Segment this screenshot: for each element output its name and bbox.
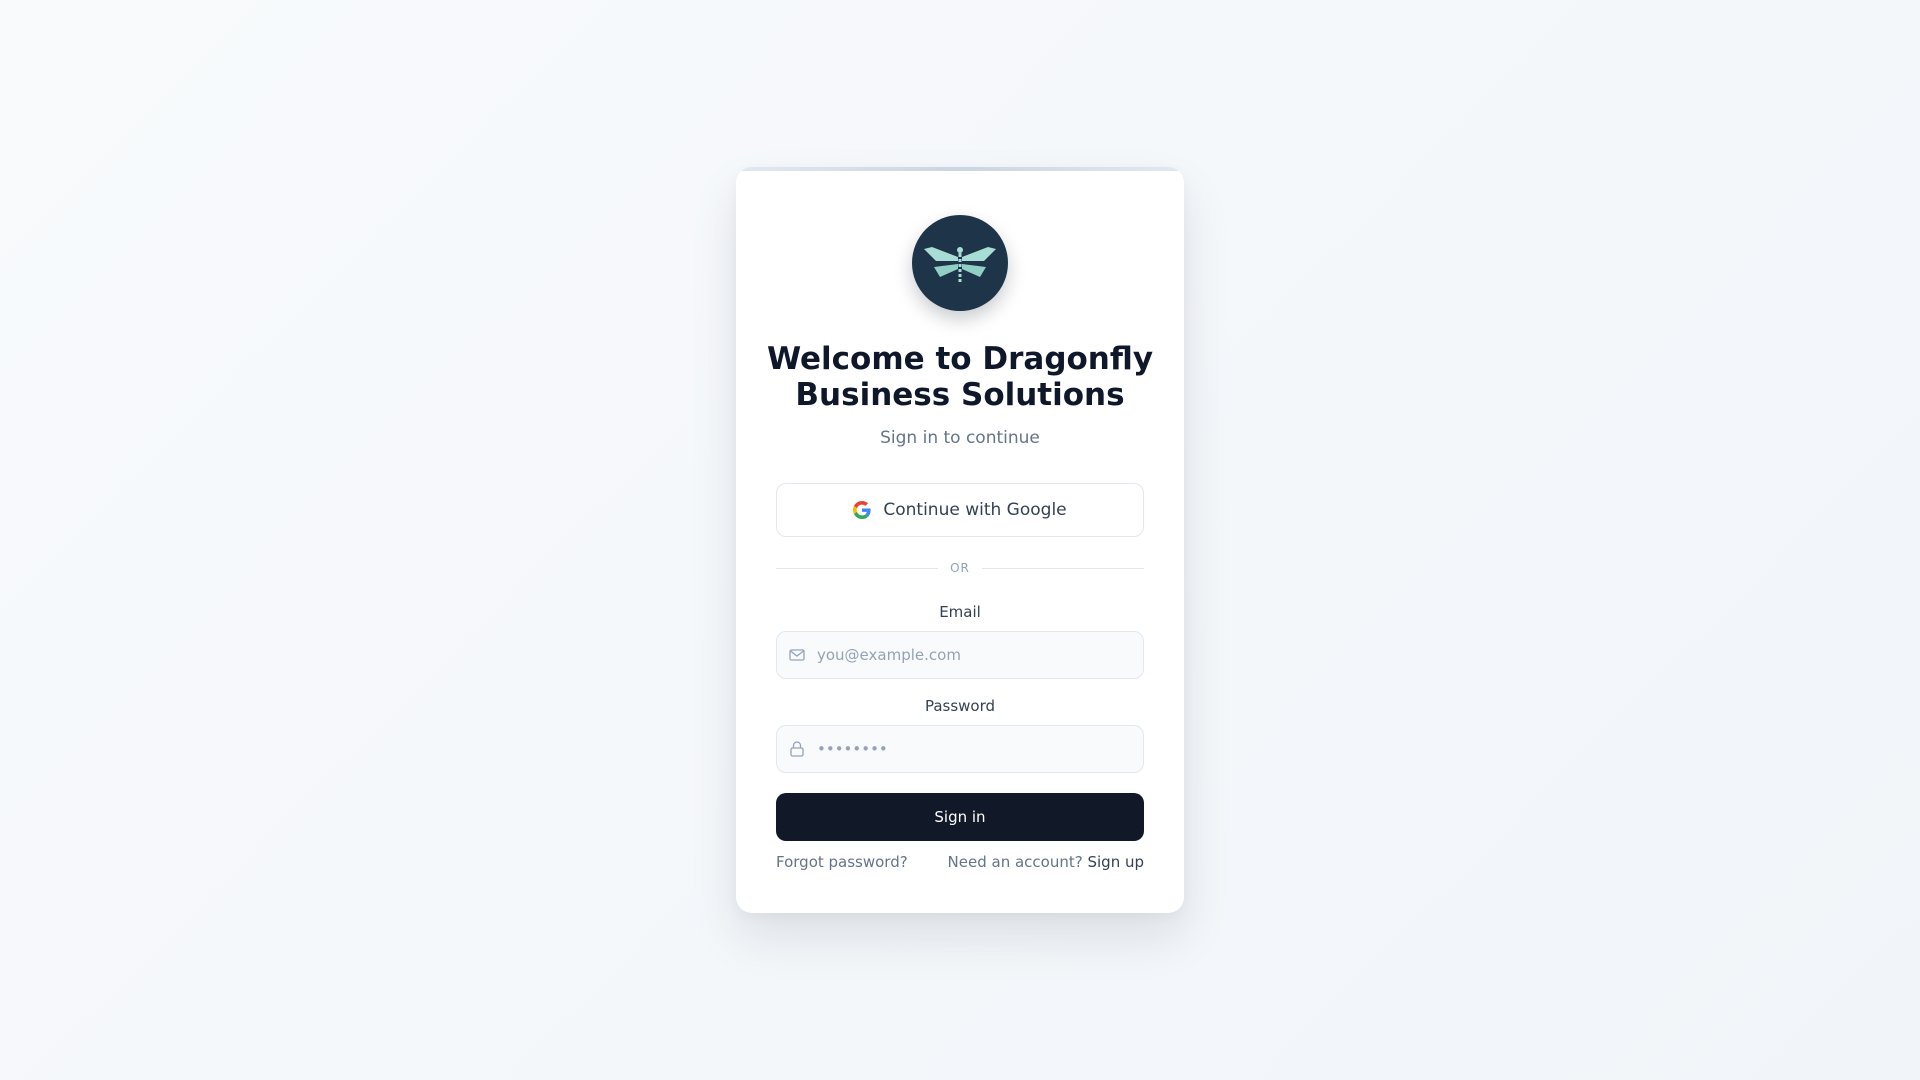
email-label: Email [939,603,981,621]
forgot-password-link[interactable]: Forgot password? [776,853,908,871]
mail-icon [789,647,805,663]
signup-prompt: Need an account? Sign up [948,853,1144,871]
auth-footer: Forgot password? Need an account? Sign u… [776,853,1144,871]
email-field[interactable] [805,632,1143,678]
login-card: Welcome to Dragonfly Business Solutions … [736,167,1184,913]
google-signin-button[interactable]: Continue with Google [776,483,1144,537]
signin-button[interactable]: Sign in [776,793,1144,841]
brand-logo [912,215,1008,311]
need-account-text: Need an account? [947,853,1083,871]
password-field[interactable] [805,726,1143,772]
dragonfly-icon [924,247,996,282]
signup-link[interactable]: Sign up [1087,853,1144,871]
page-title: Welcome to Dragonfly Business Solutions [766,341,1154,413]
email-field-wrapper[interactable] [776,631,1144,679]
or-divider: OR [776,561,1145,575]
card-accent-bar [736,167,1184,171]
password-field-wrapper[interactable] [776,725,1144,773]
divider-text: OR [950,561,970,575]
google-icon [853,501,871,519]
divider-line-right [981,567,1145,569]
google-signin-label: Continue with Google [883,500,1067,520]
password-label: Password [924,697,996,715]
page-subtitle: Sign in to continue [880,428,1040,448]
divider-line-left [776,567,939,569]
lock-icon [789,741,805,757]
